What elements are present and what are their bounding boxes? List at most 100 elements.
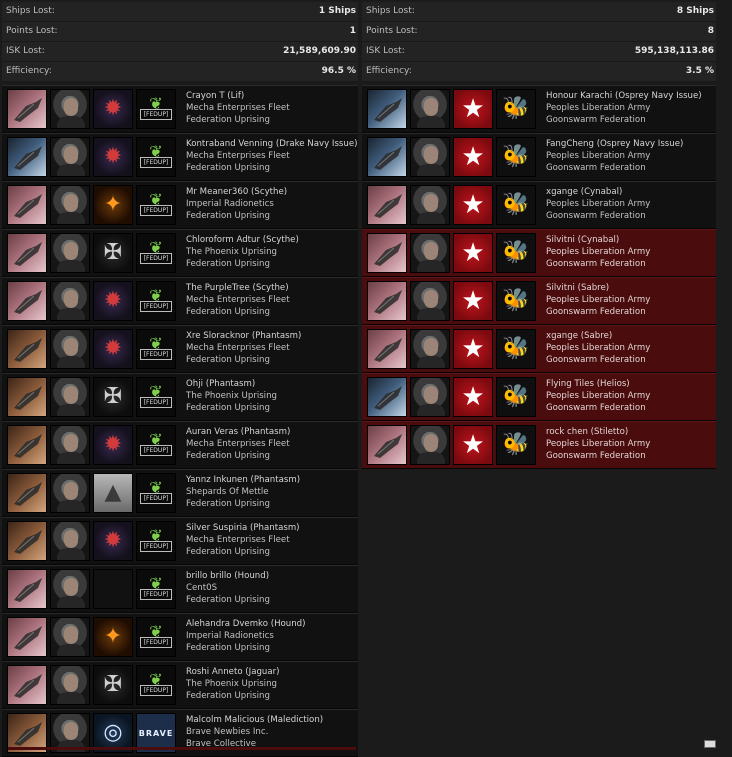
involved-row[interactable]: ✹ ❦ [FEDUP] Kontraband Venning (Drake Navy …: [2, 133, 358, 181]
corp-link[interactable]: Mecha Enterprises Fleet: [186, 102, 290, 114]
involved-row[interactable]: ★ 🐝 Honour Karachi (Osprey Navy Issue) Peop…: [362, 85, 716, 133]
involved-row[interactable]: ★ 🐝 rock chen (Stiletto) Peoples Liberation…: [362, 421, 716, 469]
alliance-link[interactable]: Federation Uprising: [186, 354, 301, 366]
ship-icon[interactable]: [7, 377, 47, 417]
fedup-logo-icon[interactable]: ❦ [FEDUP]: [136, 233, 176, 273]
corp-link[interactable]: Peoples Liberation Army: [546, 390, 650, 402]
pilot-link[interactable]: Yannz Inkunen (Phantasm): [186, 474, 300, 486]
pilot-link[interactable]: Ohji (Phantasm): [186, 378, 277, 390]
pilot-link[interactable]: Roshi Anneto (Jaguar): [186, 666, 280, 678]
corp-link[interactable]: Mecha Enterprises Fleet: [186, 294, 290, 306]
goonswarm-bee-icon[interactable]: 🐝: [496, 329, 536, 369]
corp-link[interactable]: Peoples Liberation Army: [546, 198, 650, 210]
pilot-portrait-icon[interactable]: [410, 377, 450, 417]
blank-logo-icon[interactable]: [93, 569, 133, 609]
pilot-link[interactable]: brillo brillo (Hound): [186, 570, 270, 582]
red-mech-logo-icon[interactable]: ✹: [93, 329, 133, 369]
fedup-logo-icon[interactable]: ❦ [FEDUP]: [136, 281, 176, 321]
red-star-logo-icon[interactable]: ★: [453, 233, 493, 273]
goonswarm-bee-icon[interactable]: 🐝: [496, 185, 536, 225]
red-star-logo-icon[interactable]: ★: [453, 329, 493, 369]
pilot-portrait-icon[interactable]: [50, 185, 90, 225]
corp-link[interactable]: Mecha Enterprises Fleet: [186, 438, 290, 450]
involved-row[interactable]: ★ 🐝 Silvitni (Cynabal) Peoples Liberation A…: [362, 229, 716, 277]
involved-row[interactable]: ★ 🐝 xgange (Sabre) Peoples Liberation Army G…: [362, 325, 716, 373]
ship-icon[interactable]: [7, 569, 47, 609]
pilot-link[interactable]: Flying Tiles (Helios): [546, 378, 650, 390]
alliance-link[interactable]: Federation Uprising: [186, 594, 270, 606]
pilot-portrait-icon[interactable]: [50, 473, 90, 513]
corp-link[interactable]: Mecha Enterprises Fleet: [186, 534, 300, 546]
pilot-link[interactable]: xgange (Sabre): [546, 330, 650, 342]
ship-icon[interactable]: [7, 233, 47, 273]
corp-link[interactable]: The Phoenix Uprising: [186, 678, 280, 690]
pilot-link[interactable]: The PurpleTree (Scythe): [186, 282, 290, 294]
fedup-logo-icon[interactable]: ❦ [FEDUP]: [136, 137, 176, 177]
pilot-link[interactable]: Kontraband Venning (Drake Navy Issue): [186, 138, 357, 150]
fedup-logo-icon[interactable]: ❦ [FEDUP]: [136, 329, 176, 369]
winged-logo-icon[interactable]: ✠: [93, 665, 133, 705]
pilot-link[interactable]: Silvitni (Cynabal): [546, 234, 650, 246]
ship-icon[interactable]: [7, 185, 47, 225]
ship-icon[interactable]: [7, 281, 47, 321]
alliance-link[interactable]: Federation Uprising: [186, 306, 290, 318]
involved-row[interactable]: ★ 🐝 xgange (Cynabal) Peoples Liberation Arm…: [362, 181, 716, 229]
red-mech-logo-icon[interactable]: ✹: [93, 521, 133, 561]
pilot-link[interactable]: Alehandra Dvemko (Hound): [186, 618, 306, 630]
ship-icon[interactable]: [367, 185, 407, 225]
alliance-link[interactable]: Federation Uprising: [186, 258, 299, 270]
involved-row[interactable]: ✹ ❦ [FEDUP] Xre Sloracknor (Phantasm) Mecha …: [2, 325, 358, 373]
red-mech-logo-icon[interactable]: ✹: [93, 137, 133, 177]
goonswarm-bee-icon[interactable]: 🐝: [496, 281, 536, 321]
corp-link[interactable]: Peoples Liberation Army: [546, 294, 650, 306]
red-star-logo-icon[interactable]: ★: [453, 281, 493, 321]
pilot-portrait-icon[interactable]: [50, 425, 90, 465]
pilot-link[interactable]: xgange (Cynabal): [546, 186, 650, 198]
pilot-portrait-icon[interactable]: [50, 89, 90, 129]
ship-icon[interactable]: [367, 377, 407, 417]
pilot-portrait-icon[interactable]: [410, 137, 450, 177]
goonswarm-bee-icon[interactable]: 🐝: [496, 89, 536, 129]
fedup-logo-icon[interactable]: ❦ [FEDUP]: [136, 377, 176, 417]
corp-link[interactable]: Imperial Radionetics: [186, 630, 306, 642]
involved-row[interactable]: ★ 🐝 Silvitni (Sabre) Peoples Liberation Arm…: [362, 277, 716, 325]
alliance-link[interactable]: Goonswarm Federation: [546, 354, 650, 366]
ship-icon[interactable]: [7, 521, 47, 561]
fedup-logo-icon[interactable]: ❦ [FEDUP]: [136, 569, 176, 609]
fedup-logo-icon[interactable]: ❦ [FEDUP]: [136, 89, 176, 129]
corp-link[interactable]: Peoples Liberation Army: [546, 150, 683, 162]
pilot-portrait-icon[interactable]: [410, 185, 450, 225]
involved-row[interactable]: ▲ ❦ [FEDUP] Yannz Inkunen (Phantasm) Shepard…: [2, 469, 358, 517]
corp-link[interactable]: The Phoenix Uprising: [186, 246, 299, 258]
corp-link[interactable]: Brave Newbies Inc.: [186, 726, 323, 738]
alliance-link[interactable]: Goonswarm Federation: [546, 402, 650, 414]
pilot-portrait-icon[interactable]: [410, 329, 450, 369]
corp-link[interactable]: Shepards Of Mettle: [186, 486, 300, 498]
corp-link[interactable]: Peoples Liberation Army: [546, 342, 650, 354]
fedup-logo-icon[interactable]: ❦ [FEDUP]: [136, 521, 176, 561]
pilot-portrait-icon[interactable]: [50, 569, 90, 609]
corp-link[interactable]: Cent0S: [186, 582, 270, 594]
pilot-link[interactable]: Xre Sloracknor (Phantasm): [186, 330, 301, 342]
goonswarm-bee-icon[interactable]: 🐝: [496, 425, 536, 465]
involved-row[interactable]: ✹ ❦ [FEDUP] The PurpleTree (Scythe) Mecha En…: [2, 277, 358, 325]
ship-icon[interactable]: [7, 329, 47, 369]
ship-icon[interactable]: [367, 281, 407, 321]
alliance-link[interactable]: Federation Uprising: [186, 114, 290, 126]
fedup-logo-icon[interactable]: ❦ [FEDUP]: [136, 617, 176, 657]
red-mech-logo-icon[interactable]: ✹: [93, 425, 133, 465]
alliance-link[interactable]: Goonswarm Federation: [546, 306, 650, 318]
alliance-link[interactable]: Federation Uprising: [186, 690, 280, 702]
pilot-portrait-icon[interactable]: [50, 521, 90, 561]
corp-link[interactable]: Mecha Enterprises Fleet: [186, 342, 301, 354]
ship-icon[interactable]: [7, 137, 47, 177]
pilot-link[interactable]: Silver Suspiria (Phantasm): [186, 522, 300, 534]
ship-icon[interactable]: [7, 665, 47, 705]
alliance-link[interactable]: Goonswarm Federation: [546, 450, 650, 462]
corp-link[interactable]: The Phoenix Uprising: [186, 390, 277, 402]
ship-icon[interactable]: [7, 617, 47, 657]
alliance-link[interactable]: Federation Uprising: [186, 546, 300, 558]
involved-row[interactable]: ✹ ❦ [FEDUP] Silver Suspiria (Phantasm) Mecha…: [2, 517, 358, 565]
involved-row[interactable]: ★ 🐝 FangCheng (Osprey Navy Issue) Peoples L…: [362, 133, 716, 181]
alliance-link[interactable]: Goonswarm Federation: [546, 162, 683, 174]
